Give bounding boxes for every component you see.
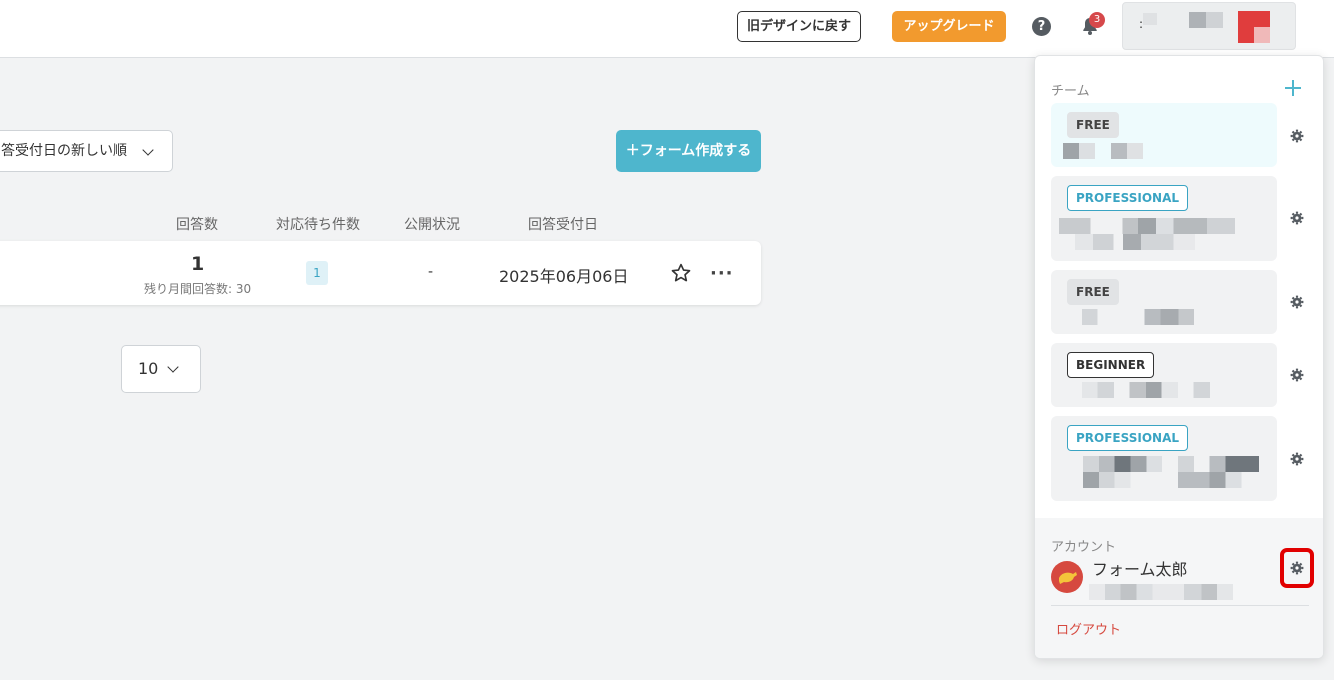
team-card[interactable]: BEGINNER [1051,343,1277,407]
team-card[interactable]: PROFESSIONAL [1051,416,1277,501]
gear-icon[interactable] [1290,368,1304,382]
team-card[interactable]: PROFESSIONAL [1051,176,1277,261]
old-design-button[interactable]: 旧デザインに戻す [737,11,862,42]
sort-select-value: 答受付日の新しい順 [1,143,127,159]
chevron-down-icon [167,361,179,373]
help-icon[interactable]: ? [1032,17,1051,36]
blurred-team-name [1082,309,1194,325]
account-section-label: アカウント [1051,540,1117,555]
publish-status: - [428,264,434,280]
blurred-account-email [1089,584,1233,600]
plan-badge: PROFESSIONAL [1067,425,1189,451]
blurred-team-name [1082,382,1210,398]
divider [1051,605,1309,606]
avatar-thumbnail-detail [1254,27,1270,43]
plan-badge: FREE [1067,112,1119,138]
blurred-team-name [1063,143,1143,159]
pending-count-badge: 1 [306,261,328,285]
top-header: 旧デザインに戻す アップグレード ? 3 : [0,0,1334,58]
gear-icon[interactable] [1290,129,1304,143]
account-section: アカウント フォーム太郎 ログアウト [1035,518,1323,658]
sort-select[interactable]: 答受付日の新しい順 [0,130,173,172]
team-section-label: チーム [1051,84,1090,99]
account-menu-button[interactable]: : [1122,2,1296,50]
per-page-value: 10 [138,359,159,378]
chevron-down-icon [142,144,154,156]
gear-icon[interactable] [1290,452,1304,466]
column-header-status: 公開状況 [404,217,460,233]
avatar [1051,561,1083,593]
blurred-team-name [1059,218,1235,234]
column-header-pending: 対応待ち件数 [276,217,360,233]
account-name: フォーム太郎 [1092,560,1188,579]
plan-badge: PROFESSIONAL [1067,185,1189,211]
remaining-responses: 残り月間回答数: 30 [144,282,252,296]
gear-icon[interactable] [1290,211,1304,225]
plan-badge: FREE [1067,279,1119,305]
team-card[interactable]: FREE [1051,103,1277,167]
response-date: 2025年06月06日 [499,267,629,286]
form-row[interactable] [0,241,761,305]
plan-badge: BEGINNER [1067,352,1155,378]
blurred-team-name [1083,456,1259,472]
column-header-responses: 回答数 [176,217,218,233]
account-dropdown: チーム FREE PROFESSIONAL FREE BEGINNER PROF… [1034,55,1324,659]
star-icon[interactable] [670,262,692,284]
blurred-account-info [1143,13,1157,25]
column-header-date: 回答受付日 [528,217,598,233]
blurred-team-name [1075,234,1195,250]
per-page-select[interactable]: 10 [121,345,201,393]
response-count: 1 [191,253,205,275]
account-settings-button[interactable] [1280,548,1314,588]
avatar-illustration [1059,572,1077,584]
logout-link[interactable]: ログアウト [1056,619,1121,638]
notification-badge: 3 [1089,12,1105,28]
gear-icon[interactable] [1290,295,1304,309]
blurred-team-name [1083,472,1259,488]
blurred-account-info [1189,12,1223,28]
team-card[interactable]: FREE [1051,270,1277,334]
create-form-button[interactable]: ＋フォーム作成する [616,130,761,172]
upgrade-button[interactable]: アップグレード [892,11,1006,42]
more-options-icon[interactable]: ··· [710,263,734,284]
add-team-icon[interactable] [1283,78,1303,98]
gear-icon [1290,561,1304,575]
